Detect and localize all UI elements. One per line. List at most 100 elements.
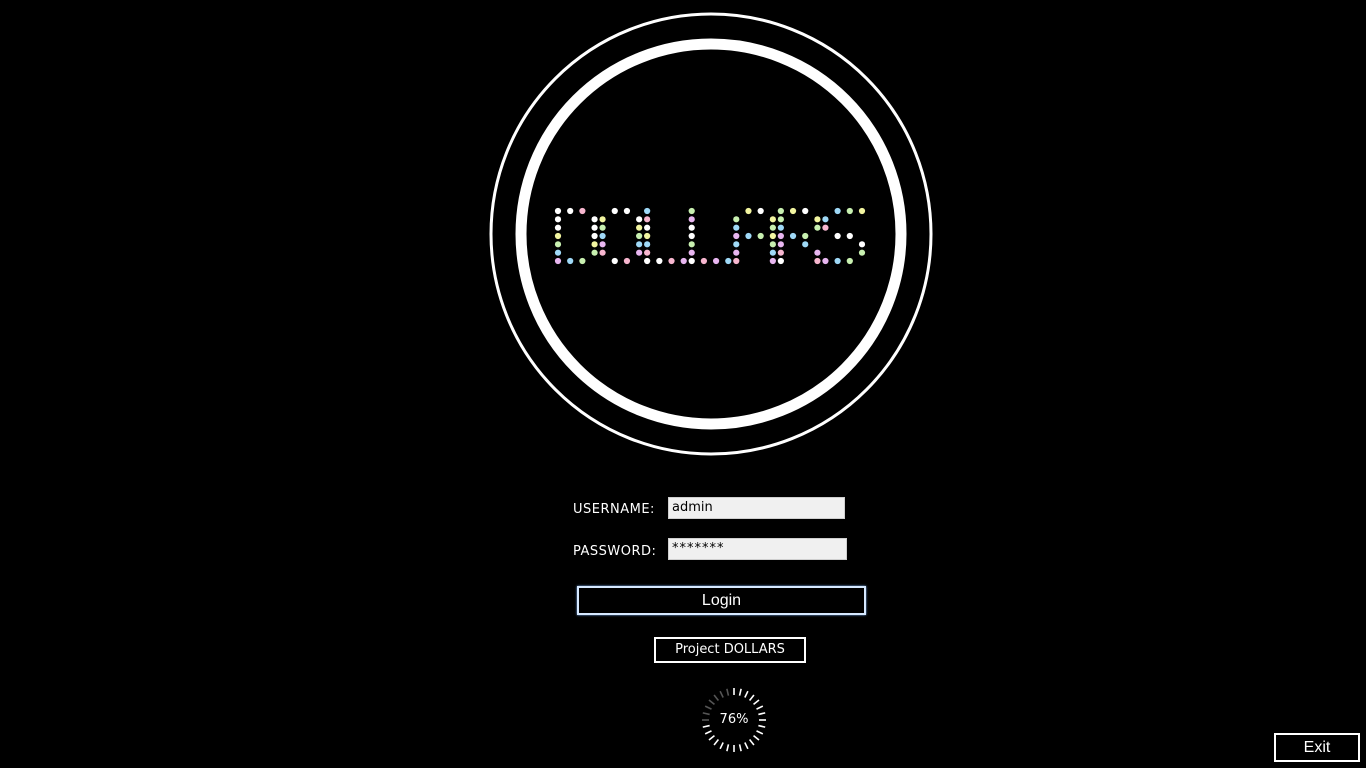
progress-percent: 76% (719, 712, 749, 727)
logo-dot (777, 241, 784, 248)
logo-dot (822, 224, 829, 231)
spinner-tick (753, 699, 760, 706)
logo-dot (599, 232, 606, 240)
logo-dot (636, 216, 643, 223)
logo-dot (644, 257, 651, 265)
logo-dot (688, 224, 695, 231)
logo-dot (802, 241, 809, 248)
logo-dot (591, 249, 598, 256)
logo-dot-text (554, 207, 866, 265)
logo-dot (733, 241, 740, 248)
logo-dot (644, 232, 651, 240)
logo-dot (599, 241, 606, 248)
logo-dot (834, 207, 841, 215)
logo-dot (599, 224, 606, 231)
logo-dot (688, 216, 695, 223)
logo-dot (769, 224, 776, 231)
dollars-logo (489, 12, 933, 456)
logo-dot (656, 257, 663, 265)
password-field[interactable]: ******* (668, 538, 847, 560)
logo-dot (591, 224, 598, 231)
spinner-tick (708, 699, 715, 706)
logo-dot (554, 257, 562, 265)
logo-dot (777, 249, 784, 256)
logo-dot (858, 207, 866, 215)
logo-dot (769, 232, 776, 240)
logo-inner-ring (515, 38, 907, 430)
logo-dot (644, 224, 651, 231)
logo-dot (554, 249, 562, 256)
username-field[interactable]: admin (668, 497, 845, 519)
logo-dot (591, 241, 598, 248)
login-button[interactable]: Login (577, 586, 866, 615)
logo-dot (777, 224, 784, 231)
logo-dot (644, 207, 651, 215)
logo-dot (688, 249, 695, 256)
logo-dot (846, 207, 853, 215)
spinner-tick (738, 688, 742, 696)
spinner-tick (744, 690, 749, 698)
spinner-tick (756, 730, 764, 735)
spinner-tick (753, 734, 760, 741)
logo-dot (789, 232, 797, 240)
logo-dot (822, 257, 829, 265)
logo-dot (567, 207, 574, 215)
logo-dot (777, 232, 784, 240)
spinner-tick (748, 694, 755, 701)
logo-dot (802, 232, 809, 240)
spinner-tick (738, 744, 742, 752)
logo-dot (777, 207, 784, 215)
logo-dot (688, 257, 695, 265)
spinner-tick (713, 694, 720, 701)
spinner-tick (726, 744, 730, 752)
spinner-tick (719, 742, 724, 750)
logo-dot (636, 232, 643, 240)
logo-dot (733, 224, 740, 231)
logo-dot (688, 207, 695, 215)
spinner-tick (704, 730, 712, 735)
logo-dot (668, 257, 675, 265)
logo-dot (777, 257, 784, 265)
logo-dot (745, 232, 752, 240)
logo-dot (822, 216, 829, 223)
logo-dot (757, 207, 764, 215)
spinner-tick (704, 705, 712, 710)
logo-dot (757, 232, 764, 240)
logo-dot (834, 232, 841, 240)
logo-dot (591, 232, 598, 240)
logo-dot (769, 216, 776, 223)
logo-dot (688, 241, 695, 248)
project-dollars-button[interactable]: Project DOLLARS (654, 637, 806, 663)
logo-dot (834, 257, 841, 265)
spinner-tick (726, 688, 730, 696)
spinner-tick (756, 705, 764, 710)
logo-dot (733, 249, 740, 256)
logo-dot (554, 241, 562, 248)
logo-dot (769, 257, 776, 265)
exit-button[interactable]: Exit (1274, 733, 1360, 762)
logo-dot (858, 249, 866, 256)
logo-dot (611, 257, 618, 265)
logo-dot (591, 216, 598, 223)
logo-dot (789, 207, 797, 215)
logo-dot (644, 241, 651, 248)
logo-dot (733, 216, 740, 223)
logo-dot (554, 216, 562, 223)
logo-dot (636, 241, 643, 248)
username-label: USERNAME: (573, 502, 655, 517)
logo-dot (579, 207, 586, 215)
logo-dot (688, 232, 695, 240)
logo-dot (814, 216, 821, 223)
password-label: PASSWORD: (573, 544, 657, 559)
logo-dot (745, 207, 752, 215)
logo-dot (814, 224, 821, 231)
logo-dot (636, 224, 643, 231)
logo-dot (623, 257, 631, 265)
logo-dot (599, 216, 606, 223)
logo-dot (858, 241, 866, 248)
logo-dot (599, 249, 606, 256)
logo-dot (554, 224, 562, 231)
spinner-tick (713, 739, 720, 746)
logo-dot (700, 257, 708, 265)
spinner-tick (748, 739, 755, 746)
